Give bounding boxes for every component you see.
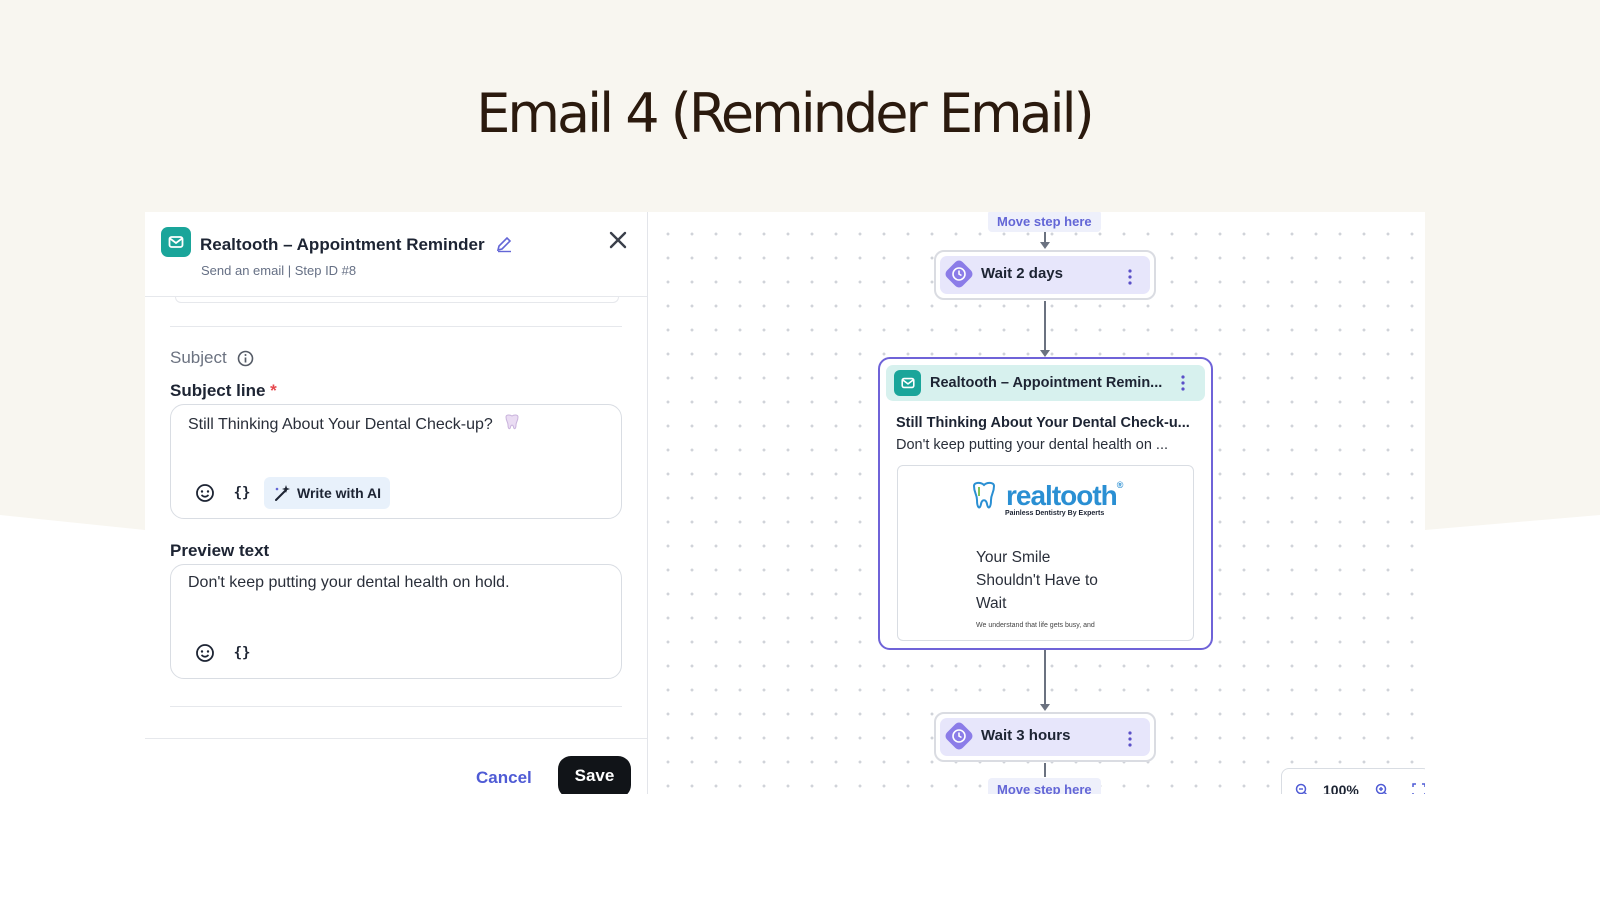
pencil-icon[interactable] (495, 235, 513, 253)
connector-line (1044, 763, 1046, 777)
cancel-button[interactable]: Cancel (476, 768, 532, 788)
move-step-here-drop-bottom[interactable]: Move step here (988, 778, 1101, 794)
required-asterisk: * (270, 381, 277, 400)
subject-line-value[interactable]: Still Thinking About Your Dental Check-u… (188, 414, 521, 434)
connector-line (1044, 232, 1046, 242)
panel-footer: Cancel Save (145, 738, 647, 794)
zoom-level: 100% (1323, 782, 1359, 794)
connector-arrow (1040, 704, 1050, 711)
registered-mark: ® (1116, 480, 1124, 490)
tooth-emoji-icon (505, 414, 519, 430)
section-divider (170, 326, 622, 327)
preview-text-value[interactable]: Don't keep putting your dental health on… (188, 574, 510, 592)
workflow-canvas[interactable]: Move step here Wait 2 days Realtooth – A… (648, 212, 1425, 794)
subject-line-field[interactable]: Still Thinking About Your Dental Check-u… (170, 404, 622, 519)
zoom-in-icon[interactable] (1375, 783, 1389, 794)
email-step-node[interactable]: Realtooth – Appointment Remin... Still T… (878, 357, 1213, 650)
subject-line-label-text: Subject line (170, 381, 266, 400)
merge-field-icon[interactable]: {} (231, 642, 253, 664)
move-step-here-drop-top[interactable]: Move step here (988, 212, 1101, 232)
fullscreen-icon[interactable] (1412, 783, 1425, 794)
close-icon[interactable] (607, 229, 629, 251)
panel-title: Realtooth – Appointment Reminder (200, 235, 485, 254)
panel-subtitle: Send an email | Step ID #8 (201, 263, 357, 278)
section-divider (170, 706, 622, 707)
zoom-controls: 100% (1281, 768, 1425, 794)
realtooth-logo-icon (972, 481, 996, 509)
write-with-ai-label: Write with AI (297, 485, 381, 501)
subject-line-text: Still Thinking About Your Dental Check-u… (188, 416, 493, 433)
preview-text-field[interactable]: Don't keep putting your dental health on… (170, 564, 622, 679)
slide-title: Email 4 (Reminder Email) (476, 82, 1094, 145)
write-with-ai-button[interactable]: Write with AI (264, 477, 390, 509)
wait-step-node[interactable]: Wait 2 days (934, 250, 1156, 300)
email-step-title: Realtooth – Appointment Remin... (930, 375, 1163, 391)
email-step-preview: Don't keep putting your dental health on… (896, 437, 1169, 453)
more-options-icon[interactable] (1128, 269, 1132, 285)
connector-arrow (1040, 242, 1050, 249)
merge-field-icon[interactable]: {} (231, 482, 253, 504)
subject-section-label: Subject (170, 348, 254, 368)
emoji-icon[interactable] (194, 642, 216, 664)
email-body-snippet: We understand that life gets busy, and (976, 622, 1095, 629)
wait-step-node[interactable]: Wait 3 hours (934, 712, 1156, 762)
connector-line (1044, 301, 1046, 351)
logo-tagline: Painless Dentistry By Experts (1005, 510, 1105, 517)
collapsed-field-edge (175, 297, 619, 303)
email-step-subject: Still Thinking About Your Dental Check-u… (896, 415, 1190, 431)
clock-icon (952, 729, 966, 743)
connector-line (1044, 650, 1046, 705)
zoom-out-icon[interactable] (1295, 783, 1309, 794)
more-options-icon[interactable] (1128, 731, 1132, 747)
screenshot-frame: Realtooth – Appointment Reminder Send an… (145, 212, 1425, 794)
subject-line-label: Subject line * (170, 381, 277, 401)
magic-wand-icon (275, 485, 290, 501)
email-preview-thumbnail[interactable]: realtooth® Painless Dentistry By Experts… (897, 465, 1194, 641)
step-settings-panel: Realtooth – Appointment Reminder Send an… (145, 212, 648, 794)
wait-step-label: Wait 3 hours (981, 727, 1071, 744)
email-headline: Your Smile Shouldn't Have to Wait (976, 549, 1098, 612)
more-options-icon[interactable] (1181, 375, 1185, 391)
panel-header: Realtooth – Appointment Reminder Send an… (145, 212, 647, 297)
realtooth-logo: realtooth® (1006, 480, 1124, 512)
connector-arrow (1040, 350, 1050, 357)
emoji-icon[interactable] (194, 482, 216, 504)
email-step-header: Realtooth – Appointment Remin... (886, 365, 1205, 401)
logo-wordmark: realtooth (1006, 480, 1118, 511)
wait-step-label: Wait 2 days (981, 265, 1063, 282)
save-button[interactable]: Save (558, 756, 631, 794)
section-label-text: Subject (170, 348, 227, 367)
mail-icon (161, 227, 191, 257)
mail-icon (894, 370, 921, 396)
preview-text-label: Preview text (170, 541, 270, 560)
info-icon[interactable] (237, 350, 254, 367)
clock-icon (952, 267, 966, 281)
